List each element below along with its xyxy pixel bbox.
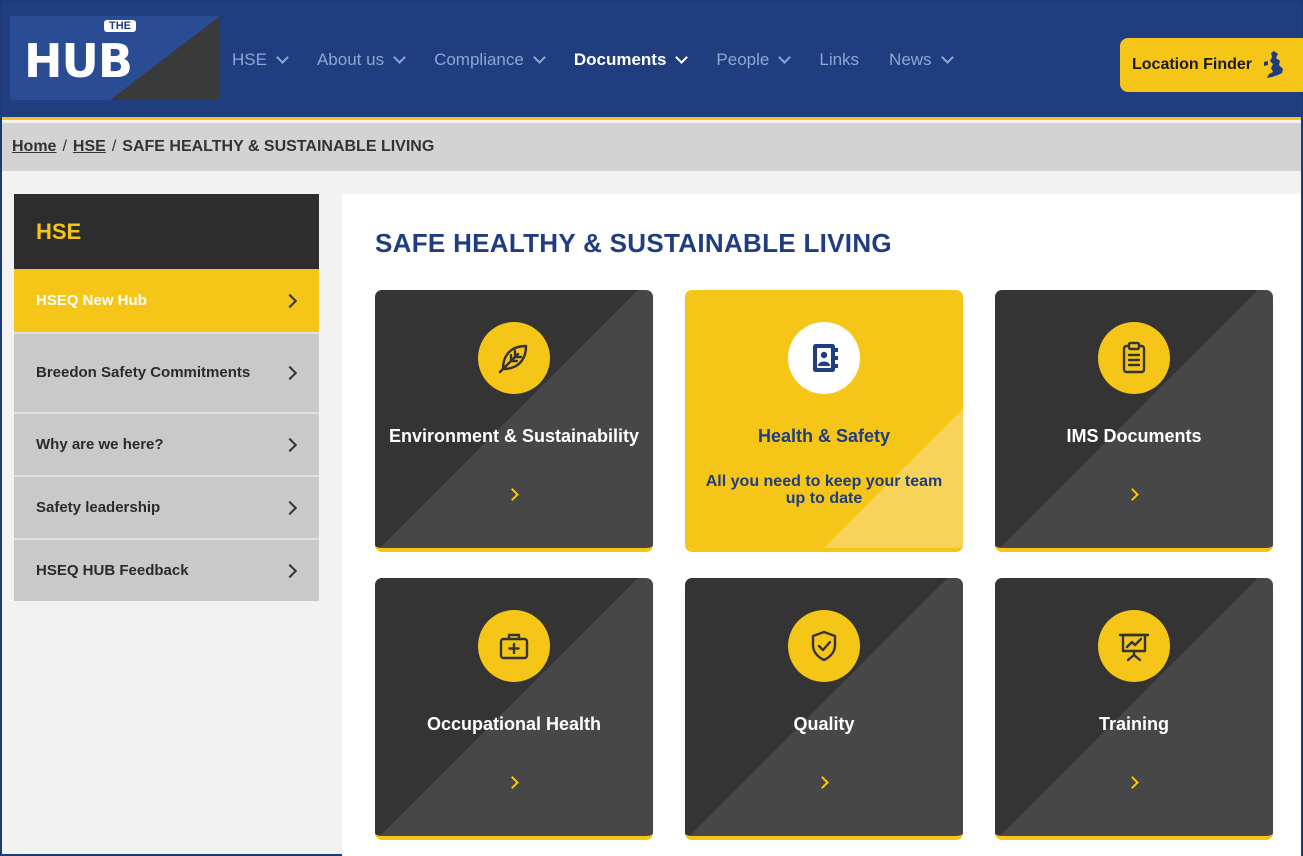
nav-item-about-us[interactable]: About us	[316, 50, 406, 70]
chevron-down-icon	[276, 51, 289, 64]
nav-item-hse[interactable]: HSE	[232, 50, 289, 70]
icon-circle	[1098, 322, 1170, 394]
medical-bag-icon	[499, 633, 529, 660]
card-title: Quality	[793, 714, 855, 734]
breadcrumb-home-link[interactable]: Home	[12, 138, 56, 156]
chevron-right-icon	[816, 776, 829, 789]
location-finder-label: Location Finder	[1132, 56, 1252, 73]
sidebar: HSE HSEQ New Hub Breedon Safety Commitme…	[14, 194, 319, 601]
card-quality[interactable]: Quality	[685, 578, 963, 840]
sidebar-item-why-are-we-here[interactable]: Why are we here?	[14, 412, 319, 475]
sidebar-item-label: HSEQ HUB Feedback	[36, 561, 189, 579]
nav-label: About us	[316, 50, 385, 69]
nav-label: Compliance	[434, 50, 524, 69]
presentation-board-icon	[1118, 633, 1150, 662]
page-title: SAFE HEALTHY & SUSTAINABLE LIVING	[375, 228, 892, 258]
nav-label: Documents	[573, 50, 667, 69]
sidebar-item-label: Safety leadership	[36, 498, 161, 516]
breadcrumb-current: SAFE HEALTHY & SUSTAINABLE LIVING	[122, 138, 435, 155]
shield-check-icon	[811, 630, 837, 662]
breadcrumb-hse-link[interactable]: HSE	[73, 138, 106, 156]
nav-label: Links	[819, 50, 860, 69]
breadcrumb: Home / HSE / SAFE HEALTHY & SUSTAINABLE …	[2, 123, 1301, 171]
chevron-down-icon	[675, 51, 689, 64]
hub-logo[interactable]: THE HUB	[10, 16, 220, 100]
chevron-down-icon	[532, 51, 546, 64]
nav-item-compliance[interactable]: Compliance	[434, 50, 546, 70]
main-nav: HSE About us Compliance Documents People…	[232, 50, 982, 70]
uk-map-icon	[1264, 51, 1283, 78]
sidebar-item-label: Breedon Safety Commitments	[36, 364, 251, 381]
icon-circle	[478, 610, 550, 682]
sidebar-heading: HSE	[14, 194, 319, 269]
location-finder-button[interactable]: Location Finder	[1120, 38, 1303, 92]
chevron-right-icon	[282, 563, 298, 578]
sidebar-item-breedon-safety-commitments[interactable]: Breedon Safety Commitments	[14, 332, 319, 412]
icon-circle	[1098, 610, 1170, 682]
card-health-safety[interactable]: Health & Safety All you need to keep you…	[685, 290, 963, 552]
chevron-down-icon	[940, 51, 954, 64]
sidebar-item-label: Why are we here?	[36, 435, 164, 453]
contact-book-icon	[813, 344, 838, 372]
top-header: THE HUB HSE About us Compliance Document…	[2, 2, 1303, 120]
card-title: Occupational Health	[426, 714, 602, 734]
sidebar-item-hseq-hub-feedback[interactable]: HSEQ HUB Feedback	[14, 538, 319, 601]
chevron-right-icon	[282, 365, 298, 381]
main-content: SAFE HEALTHY & SUSTAINABLE LIVING Enviro…	[342, 194, 1301, 856]
chevron-right-icon	[506, 488, 519, 501]
clipboard-icon	[1122, 341, 1146, 374]
leaf-icon	[498, 344, 528, 374]
breadcrumb-separator: /	[62, 138, 67, 155]
logo-tag: THE	[104, 20, 136, 32]
card-title: Health & Safety	[757, 426, 891, 446]
nav-item-news[interactable]: News	[889, 50, 954, 70]
chevron-right-icon	[282, 293, 298, 308]
nav-item-documents[interactable]: Documents	[573, 50, 689, 70]
chevron-right-icon	[1126, 776, 1139, 789]
card-title: IMS Documents	[1066, 426, 1202, 446]
nav-item-people[interactable]: People	[716, 50, 792, 70]
logo-word: HUB	[24, 34, 133, 88]
nav-item-links[interactable]: Links	[819, 50, 859, 70]
card-title: Environment & Sustainability	[388, 426, 640, 446]
nav-label: HSE	[232, 50, 267, 69]
chevron-right-icon	[282, 437, 298, 452]
nav-label: People	[716, 50, 770, 69]
breadcrumb-separator: /	[111, 138, 117, 155]
card-occupational-health[interactable]: Occupational Health	[375, 578, 653, 840]
card-title: Training	[1098, 714, 1169, 734]
nav-label: News	[889, 50, 932, 69]
card-environment-sustainability[interactable]: Environment & Sustainability	[375, 290, 653, 552]
chevron-right-icon	[282, 500, 298, 515]
card-training[interactable]: Training	[995, 578, 1273, 840]
chevron-down-icon	[393, 51, 406, 64]
chevron-right-icon	[1126, 488, 1139, 501]
card-description: All you need to keep your team up to dat…	[705, 473, 943, 507]
card-ims-documents[interactable]: IMS Documents	[995, 290, 1273, 552]
sidebar-item-hseq-new-hub[interactable]: HSEQ New Hub	[14, 269, 319, 332]
icon-circle	[788, 610, 860, 682]
icon-circle	[788, 322, 860, 394]
sidebar-item-safety-leadership[interactable]: Safety leadership	[14, 475, 319, 538]
chevron-right-icon	[506, 776, 519, 789]
sidebar-item-label: HSEQ New Hub	[36, 291, 147, 309]
icon-circle	[478, 322, 550, 394]
chevron-down-icon	[778, 51, 792, 64]
